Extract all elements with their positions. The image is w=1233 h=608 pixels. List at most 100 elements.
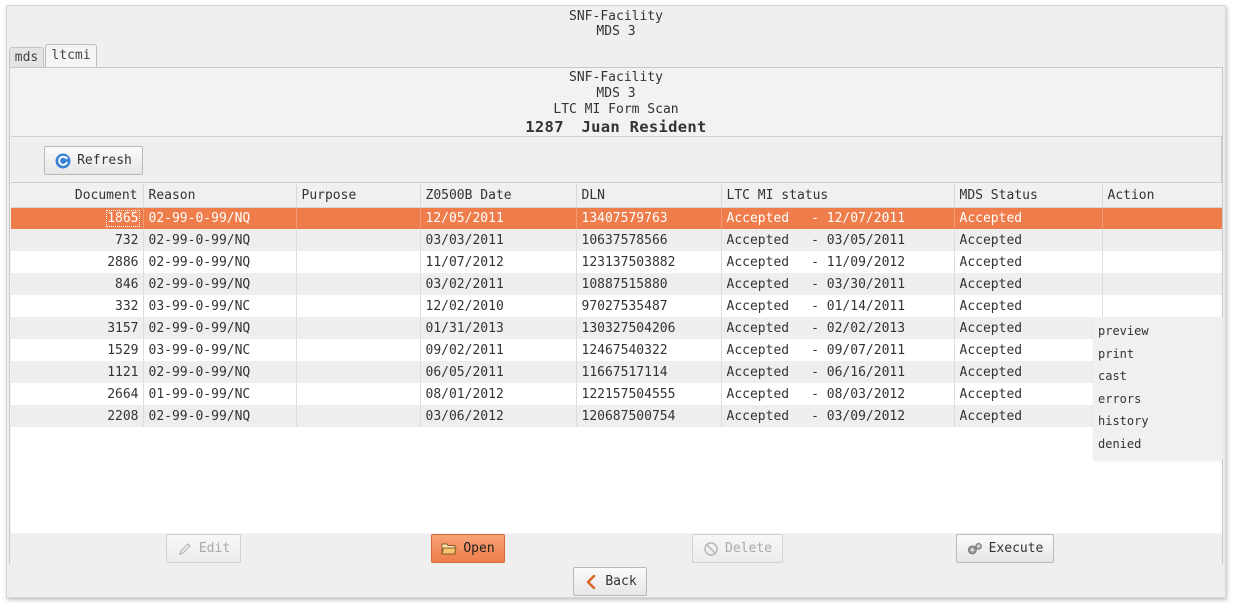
cell-mds-status: Accepted [954,339,1103,361]
refresh-button[interactable]: Refresh [44,146,143,175]
chevron-left-icon [583,574,599,590]
execute-button[interactable]: Execute [956,534,1054,563]
cell-action[interactable] [1102,251,1222,273]
action-menu-item-history[interactable]: history [1093,410,1223,433]
table-row[interactable]: 1529 03-99-0-99/NC 09/02/2011 1246754032… [11,339,1222,361]
form-mds: MDS 3 [596,86,636,101]
cell-action[interactable] [1102,295,1222,317]
column-header-reason[interactable]: Reason [143,184,297,208]
cell-action[interactable] [1102,229,1222,251]
column-header-ltc-mi-status[interactable]: LTC MI status [721,184,955,208]
cell-ltc-mi-status: Accepted - 06/16/2011 [721,361,955,383]
cell-ltc-mi-status: Accepted - 03/05/2011 [721,229,955,251]
document-table: Document Reason Purpose Z0500B Date DLN … [11,184,1222,427]
resident-name: Juan Resident [581,118,707,136]
cell-reason: 02-99-0-99/NQ [143,405,297,427]
cell-document: 2664 [11,383,144,405]
pencil-icon [177,541,193,557]
table-header-row: Document Reason Purpose Z0500B Date DLN … [11,184,1222,208]
action-menu-item-preview[interactable]: preview [1093,320,1223,343]
action-menu-item-errors[interactable]: errors [1093,388,1223,411]
cell-document: 1865 [11,207,144,229]
action-menu-item-cast[interactable]: cast [1093,365,1223,388]
cell-purpose [296,361,421,383]
cell-document: 3157 [11,317,144,339]
action-menu-item-denied[interactable]: denied [1093,433,1223,456]
cell-mds-status: Accepted [954,207,1103,229]
cell-dln: 97027535487 [576,295,722,317]
cell-mds-status: Accepted [954,251,1103,273]
cell-dln: 122157504555 [576,383,722,405]
cell-document: 2208 [11,405,144,427]
cell-dln: 123137503882 [576,251,722,273]
action-menu-item-print[interactable]: print [1093,343,1223,366]
cell-z0500b-date: 12/05/2011 [420,207,577,229]
cell-mds-status: Accepted [954,273,1103,295]
cell-z0500b-date: 01/31/2013 [420,317,577,339]
table-row[interactable]: 2208 02-99-0-99/NQ 03/06/2012 1206875007… [11,405,1222,427]
table-row[interactable]: 846 02-99-0-99/NQ 03/02/2011 10887515880… [11,273,1222,295]
cell-z0500b-date: 12/02/2010 [420,295,577,317]
table-row[interactable]: 2886 02-99-0-99/NQ 11/07/2012 1231375038… [11,251,1222,273]
cell-dln: 12467540322 [576,339,722,361]
delete-label: Delete [725,541,772,556]
table-row[interactable]: 1865 02-99-0-99/NQ 12/05/2011 1340757976… [11,207,1222,229]
cell-action[interactable] [1102,273,1222,295]
cell-dln: 10637578566 [576,229,722,251]
table-row[interactable]: 1121 02-99-0-99/NQ 06/05/2011 1166751711… [11,361,1222,383]
cell-document: 2886 [11,251,144,273]
execute-label: Execute [988,541,1044,556]
tab-mds[interactable]: mds [9,47,44,68]
column-header-dln[interactable]: DLN [576,184,722,208]
column-header-z0500b-date[interactable]: Z0500B Date [420,184,577,208]
table-row[interactable]: 2664 01-99-0-99/NC 08/01/2012 1221575045… [11,383,1222,405]
cell-ltc-mi-status: Accepted - 08/03/2012 [721,383,955,405]
cell-dln: 130327504206 [576,317,722,339]
cell-mds-status: Accepted [954,317,1103,339]
column-header-action[interactable]: Action [1102,184,1222,208]
cell-reason: 02-99-0-99/NQ [143,207,297,229]
cell-dln: 10887515880 [576,273,722,295]
cell-action[interactable] [1102,207,1222,229]
cell-purpose [296,229,421,251]
cell-ltc-mi-status: Accepted - 02/02/2013 [721,317,955,339]
edit-button[interactable]: Edit [166,534,241,563]
table-row[interactable]: 332 03-99-0-99/NC 12/02/2010 97027535487… [11,295,1222,317]
tab-ltcmi[interactable]: ltcmi [45,44,97,68]
cell-reason: 03-99-0-99/NC [143,339,297,361]
cell-purpose [296,295,421,317]
cell-purpose [296,251,421,273]
cell-mds-status: Accepted [954,295,1103,317]
open-button[interactable]: Open [431,534,505,563]
resident-heading: 1287 Juan Resident [10,118,1222,136]
delete-button[interactable]: Delete [692,534,783,563]
cell-reason: 01-99-0-99/NC [143,383,297,405]
back-button[interactable]: Back [573,567,647,596]
cell-z0500b-date: 09/02/2011 [420,339,577,361]
cell-document: 332 [11,295,144,317]
table-row[interactable]: 3157 02-99-0-99/NQ 01/31/2013 1303275042… [11,317,1222,339]
cell-dln: 120687500754 [576,405,722,427]
cell-ltc-mi-status: Accepted - 09/07/2011 [721,339,955,361]
back-label: Back [605,574,637,589]
app-title-facility: SNF-Facility [569,9,663,24]
refresh-icon [55,153,71,169]
cell-mds-status: Accepted [954,229,1103,251]
form-scan-title: LTC MI Form Scan [553,102,679,117]
cell-mds-status: Accepted [954,405,1103,427]
column-header-mds-status[interactable]: MDS Status [954,184,1103,208]
cell-ltc-mi-status: Accepted - 01/14/2011 [721,295,955,317]
resident-id: 1287 [525,118,564,136]
cell-z0500b-date: 06/05/2011 [420,361,577,383]
column-header-purpose[interactable]: Purpose [296,184,421,208]
column-header-document[interactable]: Document [11,184,144,208]
cell-z0500b-date: 08/01/2012 [420,383,577,405]
cell-purpose [296,339,421,361]
cell-document: 1529 [11,339,144,361]
cell-z0500b-date: 03/02/2011 [420,273,577,295]
table-row[interactable]: 732 02-99-0-99/NQ 03/03/2011 10637578566… [11,229,1222,251]
app-title: SNF-Facility MDS 3 [7,9,1225,39]
cell-reason: 02-99-0-99/NQ [143,273,297,295]
cell-ltc-mi-status: Accepted - 03/30/2011 [721,273,955,295]
cell-purpose [296,317,421,339]
